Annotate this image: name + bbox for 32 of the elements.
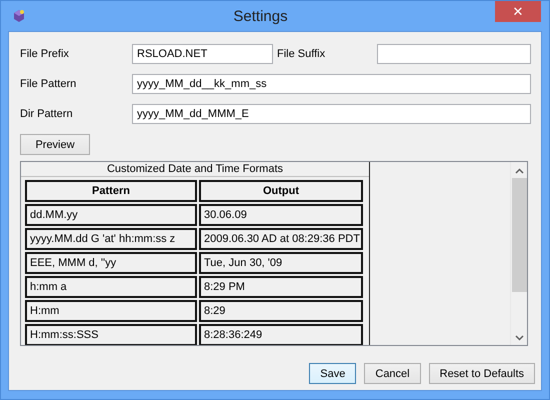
text-field[interactable]: yyyy_MM_dd__kk_mm_ss xyxy=(132,74,531,94)
table-cell: 30.06.09 xyxy=(199,204,363,226)
table-cell: h:mm a xyxy=(25,276,197,298)
column-header: Pattern xyxy=(25,180,197,202)
field-label: Dir Pattern xyxy=(20,108,74,120)
table-cell: yyyy.MM.dd G 'at' hh:mm:ss z xyxy=(25,228,197,250)
app-icon xyxy=(12,9,26,23)
text-field[interactable] xyxy=(377,44,531,64)
dialog-button[interactable]: Save xyxy=(309,363,356,384)
table-cell: 2009.06.30 AD at 08:29:36 PDT xyxy=(199,228,363,250)
table-cell: dd.MM.yy xyxy=(25,204,197,226)
field-label: File Pattern xyxy=(20,78,78,90)
dialog-button[interactable]: Reset to Defaults xyxy=(428,363,535,384)
column-header: Output xyxy=(199,180,363,202)
field-label: File Prefix xyxy=(20,48,70,60)
preview-button[interactable]: Preview xyxy=(20,134,90,155)
table-cell: 8:29 xyxy=(199,300,363,322)
table-cell: EEE, MMM d, ''yy xyxy=(25,252,197,274)
table-cell: Tue, Jun 30, '09 xyxy=(199,252,363,274)
table-cell: H:mm xyxy=(25,300,197,322)
text-field[interactable]: RSLOAD.NET xyxy=(132,44,273,64)
table-cell: 8:29 PM xyxy=(199,276,363,298)
table-cell: H:mm:ss:SSS xyxy=(25,324,197,345)
panel-title: Customized Date and Time Formats xyxy=(21,162,369,177)
close-button[interactable]: ✕ xyxy=(495,1,541,22)
table-cell: 8:28:36:249 xyxy=(199,324,363,345)
dialog-button[interactable]: Cancel xyxy=(364,363,421,384)
text-field[interactable]: yyyy_MM_dd_MMM_E xyxy=(132,104,531,124)
field-label: File Suffix xyxy=(276,48,326,60)
window-title: Settings xyxy=(232,8,289,24)
scrollbar[interactable] xyxy=(510,162,527,345)
scroll-thumb[interactable] xyxy=(512,178,526,292)
